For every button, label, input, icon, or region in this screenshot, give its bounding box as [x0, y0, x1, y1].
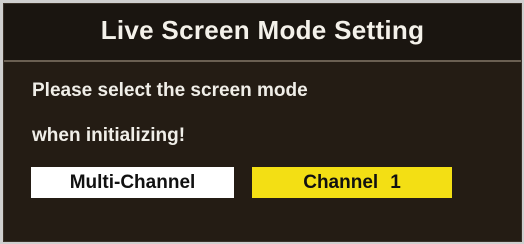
message-line-2: when initializing!: [32, 125, 186, 146]
screen-frame: Live Screen Mode Setting Please select t…: [0, 0, 524, 244]
multi-channel-option[interactable]: Multi-Channel: [31, 167, 234, 198]
channel-label: Channel: [303, 171, 379, 193]
live-screen-mode-dialog: Live Screen Mode Setting Please select t…: [3, 3, 522, 242]
dialog-titlebar: Live Screen Mode Setting: [4, 4, 521, 62]
dialog-title: Live Screen Mode Setting: [100, 14, 425, 45]
message-line-1: Please select the screen mode: [32, 80, 308, 101]
channel-1-option[interactable]: Channel 1: [252, 167, 452, 198]
multi-channel-label: Multi-Channel: [69, 171, 196, 193]
channel-number: 1: [390, 171, 401, 193]
